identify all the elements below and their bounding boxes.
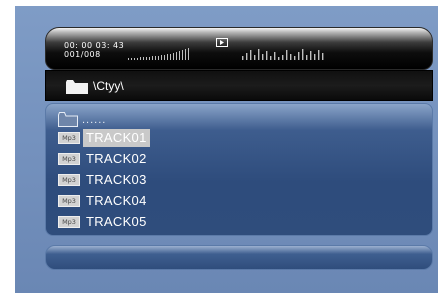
now-playing-bar: 00: 00 03: 43 001/008 bbox=[45, 27, 433, 70]
parent-folder-entry[interactable]: ...... bbox=[58, 110, 178, 130]
folder-icon bbox=[66, 80, 88, 94]
parent-entry-label: ...... bbox=[82, 114, 107, 126]
track-row[interactable]: Mp3 TRACK04 bbox=[58, 191, 198, 211]
track-row[interactable]: Mp3 TRACK05 bbox=[58, 212, 198, 232]
track-row[interactable]: Mp3 TRACK02 bbox=[58, 149, 198, 169]
path-bar: \Ctyy\ bbox=[45, 70, 433, 101]
track-name: TRACK05 bbox=[86, 214, 147, 229]
track-name: TRACK04 bbox=[86, 193, 147, 208]
mp3-icon: Mp3 bbox=[58, 174, 80, 186]
status-bar bbox=[45, 245, 433, 270]
current-path: \Ctyy\ bbox=[93, 79, 124, 93]
mp3-icon: Mp3 bbox=[58, 216, 80, 228]
track-name: TRACK02 bbox=[86, 151, 147, 166]
spectrum-right-icon bbox=[242, 49, 324, 60]
file-list: ...... Mp3 TRACK01 Mp3 TRACK02 Mp3 TRACK… bbox=[45, 103, 433, 236]
play-icon bbox=[216, 38, 228, 47]
mp3-icon: Mp3 bbox=[58, 195, 80, 207]
spectrum-left-icon bbox=[128, 48, 189, 60]
track-position: 001/008 bbox=[64, 50, 101, 59]
track-name: TRACK01 bbox=[83, 129, 150, 147]
track-row[interactable]: Mp3 TRACK01 bbox=[58, 128, 198, 148]
folder-icon bbox=[58, 112, 78, 127]
mp3-icon: Mp3 bbox=[58, 132, 80, 144]
mp3-icon: Mp3 bbox=[58, 153, 80, 165]
elapsed-time: 00: 00 03: 43 bbox=[64, 41, 125, 50]
track-name: TRACK03 bbox=[86, 172, 147, 187]
track-row[interactable]: Mp3 TRACK03 bbox=[58, 170, 198, 190]
